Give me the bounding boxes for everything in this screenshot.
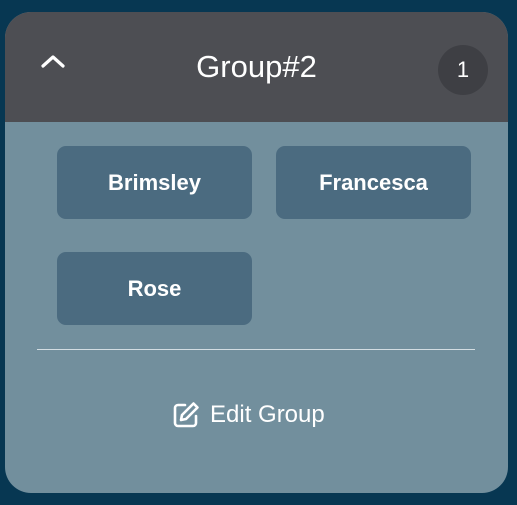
edit-group-button[interactable]: Edit Group: [171, 398, 325, 432]
group-title: Group#2: [196, 49, 317, 84]
member-chip-francesca[interactable]: Francesca: [276, 146, 471, 219]
member-count-badge: 1: [438, 45, 488, 95]
group-card: Group#2 1 Brimsley Francesca Rose Edit G…: [5, 12, 508, 493]
divider: [37, 349, 475, 350]
member-chip-brimsley[interactable]: Brimsley: [57, 146, 252, 219]
group-header: Group#2 1: [5, 12, 508, 122]
edit-icon: [171, 400, 201, 430]
collapse-button[interactable]: [35, 47, 71, 75]
member-chip-rose[interactable]: Rose: [57, 252, 252, 325]
chevron-up-icon: [41, 55, 65, 68]
edit-group-label: Edit Group: [210, 401, 325, 428]
